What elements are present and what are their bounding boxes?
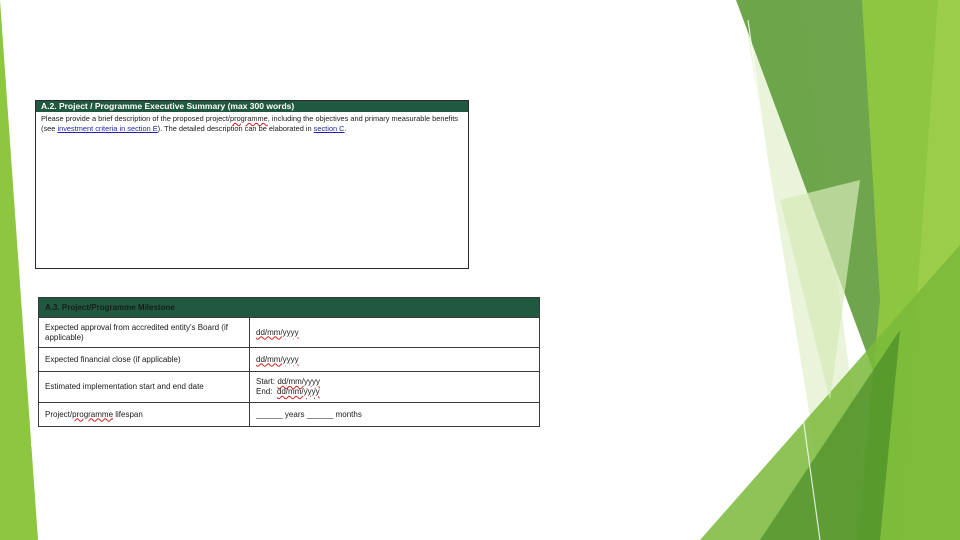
lifespan-squiggle-word: programme: [72, 409, 114, 419]
end-prefix: End:: [256, 387, 277, 396]
row-value: ______ years ______ months: [249, 402, 540, 427]
instructions-text-4: .: [344, 123, 347, 133]
instructions-text-1: Please provide a brief description of th…: [41, 114, 230, 123]
date-placeholder: dd/mm/yyyy: [256, 327, 299, 337]
instructions-squiggle-word: programme: [230, 114, 268, 123]
executive-summary-instructions: Please provide a brief description of th…: [36, 112, 468, 133]
start-date-line: Start: dd/mm/yyyy: [256, 377, 533, 387]
row-value: dd/mm/yyyy: [249, 317, 540, 348]
lifespan-label-2: lifespan: [113, 409, 143, 419]
milestone-section: A.3. Project/Programme Milestone Expecte…: [31, 289, 559, 446]
row-label: Project/programme lifespan: [38, 402, 250, 427]
table-row: Estimated implementation start and end d…: [38, 371, 540, 403]
executive-summary-box: A.2. Project / Programme Executive Summa…: [35, 100, 469, 269]
executive-summary-header: A.2. Project / Programme Executive Summa…: [36, 101, 468, 112]
section-c-link[interactable]: section C: [314, 124, 345, 133]
milestone-header: A.3. Project/Programme Milestone: [38, 297, 540, 318]
milestone-table: A.3. Project/Programme Milestone Expecte…: [38, 297, 540, 427]
start-date-placeholder: dd/mm/yyyy: [277, 377, 321, 386]
end-date-line: End: dd/mm/yyyy: [256, 387, 533, 397]
executive-summary-section: A.2. Project / Programme Executive Summa…: [31, 96, 476, 276]
end-date-placeholder: dd/mm/yyyy: [276, 387, 320, 396]
table-row: Expected approval from accredited entity…: [38, 317, 540, 348]
start-prefix: Start:: [256, 377, 278, 386]
row-label: Estimated implementation start and end d…: [38, 371, 250, 403]
row-label: Expected approval from accredited entity…: [38, 317, 250, 348]
investment-criteria-link[interactable]: investment criteria in section E: [57, 124, 157, 133]
date-placeholder: dd/mm/yyyy: [256, 354, 299, 364]
lifespan-label-1: Project/: [45, 409, 73, 419]
row-label: Expected financial close (if applicable): [38, 347, 250, 372]
row-value: Start: dd/mm/yyyy End: dd/mm/yyyy: [249, 371, 540, 403]
table-row: Project/programme lifespan ______ years …: [38, 402, 540, 427]
table-row: Expected financial close (if applicable)…: [38, 347, 540, 372]
row-value: dd/mm/yyyy: [249, 347, 540, 372]
instructions-text-3: ). The detailed description can be elabo…: [157, 123, 314, 133]
